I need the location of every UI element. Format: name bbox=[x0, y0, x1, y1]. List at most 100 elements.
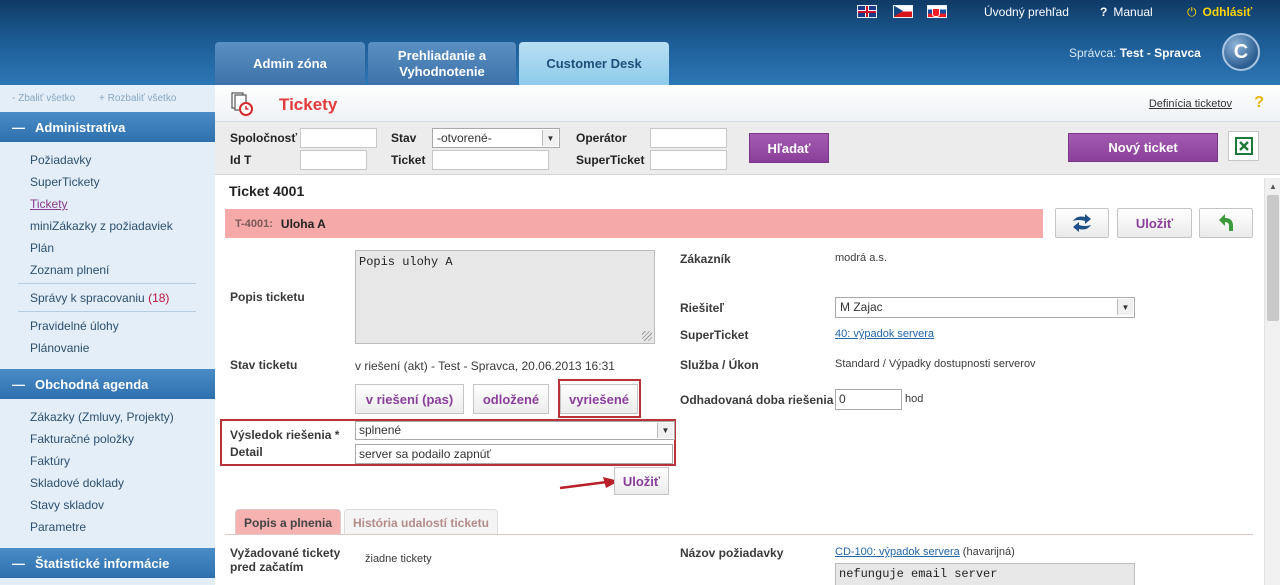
sidebar-item-mini-orders[interactable]: miniZákazky z požiadaviek bbox=[30, 219, 173, 233]
sidebar-item-plan[interactable]: Plán bbox=[30, 241, 54, 255]
company-input[interactable] bbox=[300, 128, 377, 148]
scrollbar-thumb[interactable] bbox=[1267, 195, 1279, 321]
section-administration[interactable]: — Administratíva bbox=[0, 112, 215, 142]
excel-export-button[interactable] bbox=[1228, 131, 1259, 161]
tab-customer-desk[interactable]: Customer Desk bbox=[519, 42, 669, 85]
manual-link[interactable]: ? Manual bbox=[1100, 5, 1153, 19]
superticket-input[interactable] bbox=[650, 150, 727, 170]
help-icon: ? bbox=[1100, 5, 1108, 19]
state-select[interactable]: -otvorené- ▼ bbox=[432, 128, 560, 148]
app-logo: C bbox=[1222, 33, 1260, 71]
english-flag-icon[interactable] bbox=[857, 5, 877, 18]
chevron-down-icon: ▼ bbox=[657, 423, 673, 438]
sidebar-item-invoices[interactable]: Faktúry bbox=[30, 454, 70, 468]
swap-arrows-icon bbox=[1073, 214, 1091, 232]
admin-user-label: Správca: Test - Spravca bbox=[1069, 46, 1201, 60]
sidebar-item-stock-documents[interactable]: Skladové doklady bbox=[30, 476, 124, 490]
result-select[interactable]: splnené ▼ bbox=[355, 421, 675, 440]
save-result-button[interactable]: Uložiť bbox=[614, 467, 669, 495]
ticket-input[interactable] bbox=[432, 150, 549, 170]
tab-event-history[interactable]: História udalostí ticketu bbox=[344, 509, 498, 535]
operator-input[interactable] bbox=[650, 128, 727, 148]
top-header: Úvodný prehľad ? Manual ⏻ Odhlásiť Admin z… bbox=[0, 0, 1280, 85]
state-in-progress-passive-button[interactable]: v riešení (pas) bbox=[355, 384, 464, 414]
sync-button[interactable] bbox=[1055, 208, 1109, 238]
superticket-label: SuperTicket bbox=[576, 153, 645, 167]
estimate-label: Odhadovaná doba riešenia bbox=[680, 393, 834, 407]
state-value-text: v riešení (akt) - Test - Spravca, 20.06.… bbox=[355, 359, 615, 373]
estimate-input[interactable]: 0 bbox=[835, 389, 902, 410]
idt-label: Id T bbox=[230, 153, 252, 167]
section-statistics[interactable]: — Štatistické informácie bbox=[0, 548, 215, 578]
required-tickets-value: žiadne tickety bbox=[365, 553, 432, 565]
idt-input[interactable] bbox=[300, 150, 367, 170]
ticket-definition-link[interactable]: Definícia ticketov bbox=[1149, 98, 1232, 110]
superticket-link[interactable]: 40: výpadok servera bbox=[835, 328, 934, 340]
tab-admin-zone[interactable]: Admin zóna bbox=[215, 42, 365, 85]
state-label: Stav bbox=[391, 131, 417, 145]
back-button[interactable] bbox=[1199, 208, 1253, 238]
main-content: Tickety Definícia ticketov ? Spoločnosť … bbox=[215, 85, 1280, 585]
reports-label: Správy k spracovaniu bbox=[30, 291, 145, 305]
sidebar-item-invoice-items[interactable]: Fakturačné položky bbox=[30, 432, 134, 446]
undo-arrow-icon bbox=[1219, 214, 1233, 231]
czech-flag-icon[interactable] bbox=[893, 5, 913, 18]
state-postponed-button[interactable]: odložené bbox=[473, 384, 549, 414]
filter-bar: Spoločnosť Stav -otvorené- ▼ Operátor Id … bbox=[215, 122, 1280, 175]
sidebar-item-recurring-tasks[interactable]: Pravidelné úlohy bbox=[30, 319, 119, 333]
request-name-value: CD-100: výpadok servera (havarijná) bbox=[835, 546, 1015, 558]
description-textarea[interactable]: Popis ulohy A bbox=[355, 250, 655, 344]
service-label: Služba / Úkon bbox=[680, 358, 759, 372]
superticket-label: SuperTicket bbox=[680, 328, 749, 342]
sidebar-item-planning[interactable]: Plánovanie bbox=[30, 341, 89, 355]
chevron-down-icon: ▼ bbox=[1117, 299, 1133, 315]
request-link[interactable]: CD-100: výpadok servera bbox=[835, 546, 960, 558]
power-icon: ⏻ bbox=[1187, 5, 1197, 19]
logout-link[interactable]: ⏻ Odhlásiť bbox=[1187, 5, 1252, 20]
help-icon[interactable]: ? bbox=[1254, 94, 1264, 112]
ticket-label: Ticket bbox=[391, 153, 426, 167]
slovak-flag-icon[interactable] bbox=[927, 5, 947, 18]
tab-review-evaluation[interactable]: Prehliadanie a Vyhodnotenie bbox=[368, 42, 516, 85]
solver-select[interactable]: M Zajac ▼ bbox=[835, 297, 1135, 318]
sidebar-item-reports[interactable]: Správy k spracovaniu (18) bbox=[30, 291, 169, 305]
sidebar-item-stock-levels[interactable]: Stavy skladov bbox=[30, 498, 104, 512]
expand-all-link[interactable]: + Rozbaliť všetko bbox=[99, 93, 176, 104]
collapse-all-link[interactable]: - Zbaliť všetko bbox=[12, 93, 75, 104]
description-label: Popis ticketu bbox=[230, 290, 305, 304]
section-label: Administratíva bbox=[35, 119, 126, 135]
sidebar-item-supertickets[interactable]: SuperTickety bbox=[30, 175, 100, 189]
solver-select-value: M Zajac bbox=[840, 300, 883, 314]
sidebar-item-fulfillment-list[interactable]: Zoznam plnení bbox=[30, 263, 109, 277]
sidebar-item-tickets[interactable]: Tickety bbox=[30, 197, 68, 211]
highlight-resolved-button bbox=[558, 379, 641, 418]
request-priority: (havarijná) bbox=[962, 546, 1015, 558]
ticket-id: T-4001: bbox=[235, 217, 273, 230]
page-title: Tickety bbox=[279, 95, 338, 114]
state-select-value: -otvorené- bbox=[437, 131, 492, 145]
vertical-scrollbar[interactable]: ▲ bbox=[1264, 178, 1280, 585]
detail-label: Detail bbox=[230, 445, 263, 459]
scroll-up-icon[interactable]: ▲ bbox=[1265, 178, 1280, 194]
collapse-icon: — bbox=[12, 555, 25, 571]
pointer-arrow-icon bbox=[559, 477, 619, 490]
request-description-textarea[interactable]: nefunguje email server bbox=[835, 563, 1135, 585]
divider bbox=[225, 534, 1253, 535]
request-name-label: Názov požiadavky bbox=[680, 546, 784, 560]
customer-value: modrá a.s. bbox=[835, 252, 887, 264]
section-trade-agenda[interactable]: — Obchodná agenda bbox=[0, 369, 215, 399]
overview-link[interactable]: Úvodný prehľad bbox=[984, 5, 1069, 19]
ticket-name: Uloha A bbox=[280, 216, 326, 231]
sidebar-item-requests[interactable]: Požiadavky bbox=[30, 153, 91, 167]
tab-description-fulfillment[interactable]: Popis a plnenia bbox=[235, 509, 341, 535]
new-ticket-button[interactable]: Nový ticket bbox=[1068, 133, 1218, 162]
sidebar-item-contracts[interactable]: Zákazky (Zmluvy, Projekty) bbox=[30, 410, 174, 424]
detail-input[interactable]: server sa podailo zapnúť bbox=[355, 444, 673, 464]
search-button[interactable]: Hľadať bbox=[749, 133, 829, 163]
required-tickets-label: Vyžadované tickety pred začatím bbox=[230, 546, 341, 574]
state-value: v riešení (akt) - Test - Spravca, 20.06.… bbox=[355, 359, 615, 373]
resize-grip-icon[interactable] bbox=[642, 331, 652, 341]
sidebar-item-parameters[interactable]: Parametre bbox=[30, 520, 86, 534]
divider bbox=[18, 283, 196, 284]
save-button[interactable]: Uložiť bbox=[1117, 208, 1192, 238]
